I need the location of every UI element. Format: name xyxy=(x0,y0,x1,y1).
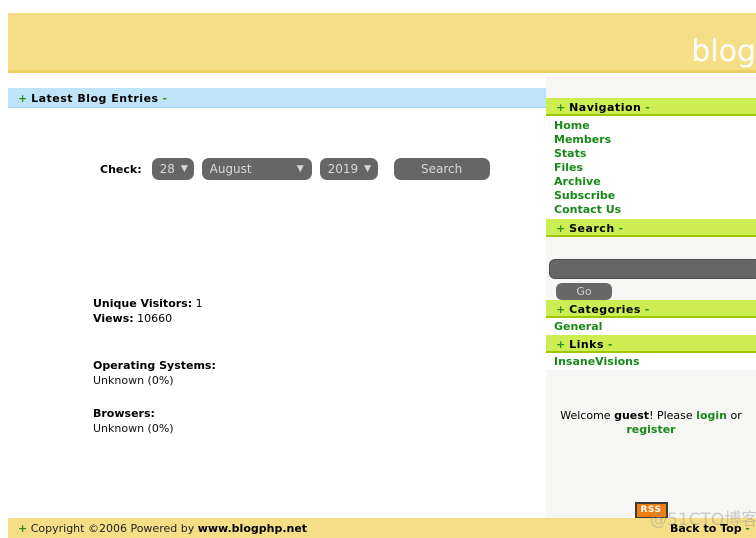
expand-icon[interactable]: + xyxy=(556,303,565,316)
browsers-section: Browsers: Unknown (0%) xyxy=(93,406,174,436)
views-label: Views: xyxy=(93,312,134,325)
sidebar-item-subscribe[interactable]: Subscribe xyxy=(546,189,756,203)
page-root: blog + Latest Blog Entries - Check: 28 ▼… xyxy=(0,0,756,538)
welcome-message: Welcome guest! Please login or register xyxy=(546,409,756,437)
latest-blog-entries-header[interactable]: + Latest Blog Entries - xyxy=(8,88,546,108)
login-link[interactable]: login xyxy=(696,409,727,422)
welcome-or: or xyxy=(726,409,742,422)
panel-title-navigation: Navigation xyxy=(569,101,642,114)
chevron-down-icon: ▼ xyxy=(180,164,188,174)
panel-title-categories: Categories xyxy=(569,303,641,316)
sidebar-top-spacer xyxy=(546,76,756,98)
footer-site-link[interactable]: www.blogphp.net xyxy=(198,522,307,535)
site-header-banner: blog xyxy=(8,13,756,73)
expand-icon[interactable]: + xyxy=(556,101,565,114)
back-to-top-label: Back to Top xyxy=(669,522,742,535)
links-header[interactable]: + Links - xyxy=(546,335,756,353)
rss-wrapper: RSS xyxy=(546,497,756,519)
check-label: Check: xyxy=(100,162,142,176)
operating-systems-label: Operating Systems: xyxy=(93,359,216,372)
collapse-icon[interactable]: - xyxy=(645,101,650,114)
unique-visitors-label: Unique Visitors: xyxy=(93,297,193,310)
month-select-value: August xyxy=(209,162,252,176)
views-value: 10660 xyxy=(137,312,173,325)
main-content-column: + Latest Blog Entries - Check: 28 ▼ Augu… xyxy=(8,88,546,538)
footer-copyright-text: Copyright ©2006 Powered by xyxy=(30,522,198,535)
panel-title-links: Links xyxy=(569,338,605,351)
footer-copyright: + Copyright ©2006 Powered by www.blogphp… xyxy=(18,522,307,535)
collapse-icon[interactable]: - xyxy=(619,222,624,235)
categories-list: General xyxy=(546,318,756,335)
month-select[interactable]: August ▼ xyxy=(201,158,312,180)
sidebar-item-files[interactable]: Files xyxy=(546,161,756,175)
search-button[interactable]: Search xyxy=(393,158,490,180)
views-row: Views: 10660 xyxy=(93,311,203,326)
expand-icon[interactable]: + xyxy=(18,522,27,535)
visitor-stats: Unique Visitors: 1 Views: 10660 xyxy=(93,296,203,326)
operating-systems-value: Unknown (0%) xyxy=(93,374,174,387)
panel-title-latest-blog-entries: Latest Blog Entries xyxy=(31,92,159,105)
link-item-insanevisions[interactable]: InsaneVisions xyxy=(546,355,756,369)
year-select[interactable]: 2019 ▼ xyxy=(319,158,378,180)
search-input[interactable] xyxy=(549,259,756,279)
day-select-value: 28 xyxy=(159,162,175,176)
year-select-value: 2019 xyxy=(327,162,359,176)
welcome-prefix: Welcome xyxy=(560,409,615,422)
date-check-form: Check: 28 ▼ August ▼ 2019 ▼ Search xyxy=(100,158,490,180)
site-title: blog xyxy=(691,34,756,69)
unique-visitors-value: 1 xyxy=(195,297,203,310)
sidebar-item-home[interactable]: Home xyxy=(546,119,756,133)
expand-icon[interactable]: + xyxy=(18,92,27,105)
register-link[interactable]: register xyxy=(626,423,675,436)
welcome-middle: ! Please xyxy=(649,409,697,422)
back-to-top[interactable]: Back to Top - xyxy=(670,522,750,535)
panel-title-search: Search xyxy=(569,222,615,235)
sidebar-item-stats[interactable]: Stats xyxy=(546,147,756,161)
links-list: InsaneVisions xyxy=(546,353,756,370)
browsers-label: Browsers: xyxy=(93,407,155,420)
expand-icon[interactable]: + xyxy=(556,222,565,235)
operating-systems-section: Operating Systems: Unknown (0%) xyxy=(93,358,216,388)
sidebar-column: + Navigation - Home Members Stats Files … xyxy=(546,76,756,519)
category-item-general[interactable]: General xyxy=(546,320,756,334)
rss-icon[interactable]: RSS xyxy=(634,502,668,519)
chevron-down-icon: ▼ xyxy=(296,164,304,174)
stats-content: Check: 28 ▼ August ▼ 2019 ▼ Search Uniqu xyxy=(8,108,546,538)
search-panel-body: Go xyxy=(546,237,756,300)
day-select[interactable]: 28 ▼ xyxy=(151,158,194,180)
chevron-down-icon: ▼ xyxy=(364,164,372,174)
categories-header[interactable]: + Categories - xyxy=(546,300,756,318)
welcome-username: guest xyxy=(614,409,650,422)
page-footer: + Copyright ©2006 Powered by www.blogphp… xyxy=(8,518,756,538)
navigation-list: Home Members Stats Files Archive Subscri… xyxy=(546,116,756,219)
collapse-icon[interactable]: - xyxy=(608,338,613,351)
unique-visitors-row: Unique Visitors: 1 xyxy=(93,296,203,311)
collapse-icon[interactable]: - xyxy=(745,522,750,535)
sidebar-item-members[interactable]: Members xyxy=(546,133,756,147)
search-go-button[interactable]: Go xyxy=(556,283,612,300)
collapse-icon[interactable]: - xyxy=(162,92,167,105)
search-panel-header[interactable]: + Search - xyxy=(546,219,756,237)
sidebar-item-archive[interactable]: Archive xyxy=(546,175,756,189)
collapse-icon[interactable]: - xyxy=(645,303,650,316)
navigation-header[interactable]: + Navigation - xyxy=(546,98,756,116)
expand-icon[interactable]: + xyxy=(556,338,565,351)
browsers-value: Unknown (0%) xyxy=(93,422,174,435)
sidebar-item-contact-us[interactable]: Contact Us xyxy=(546,203,756,217)
